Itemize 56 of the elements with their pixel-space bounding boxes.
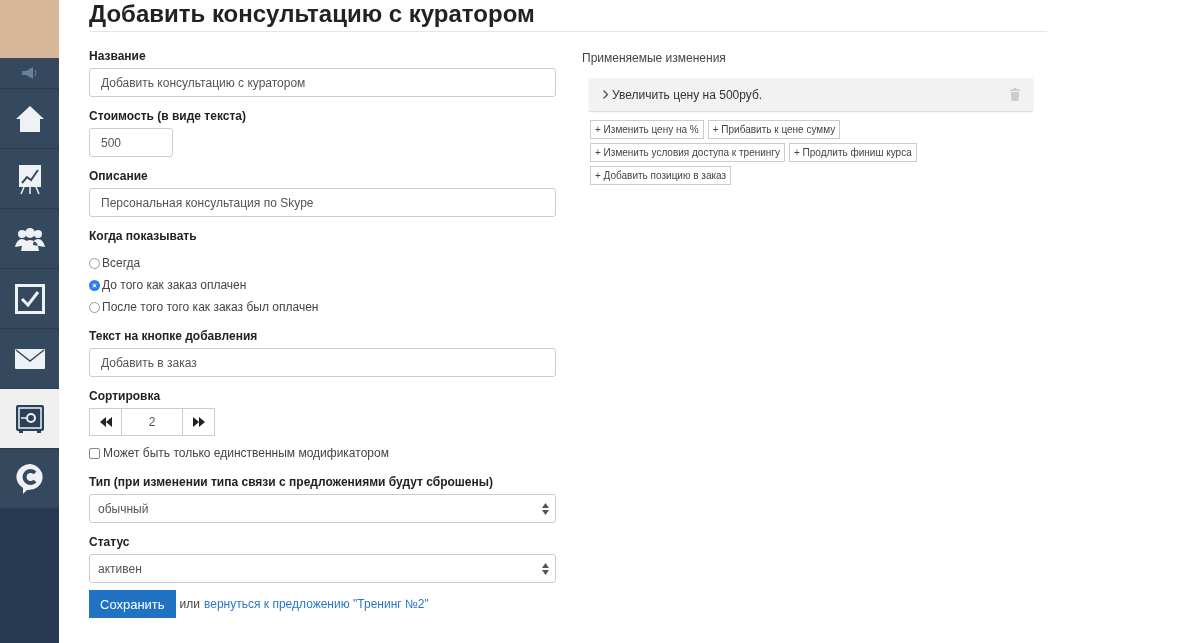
add-change-button[interactable]: + Продлить финиш курса (789, 143, 917, 162)
radio-button[interactable] (89, 258, 100, 269)
field-label: Название (89, 48, 146, 64)
field-label: Текст на кнопке добавления (89, 328, 258, 344)
checkbox[interactable] (89, 447, 100, 459)
radio-button[interactable] (89, 302, 100, 313)
text-input-field[interactable]: Добавить в заказ (89, 348, 556, 377)
field-label: Сортировка (89, 388, 161, 404)
field-label: Стоимость (в виде текста) (89, 108, 246, 124)
radio-button[interactable] (89, 280, 100, 291)
field-label: Когда показывать (89, 228, 197, 244)
increase-button[interactable] (182, 408, 215, 436)
sidebar-item[interactable] (0, 209, 59, 269)
sidebar-item[interactable] (0, 389, 59, 449)
field-label: Описание (89, 168, 148, 184)
select-dropdown[interactable]: активен (89, 554, 556, 583)
checkbox-icon (14, 283, 45, 314)
radio-label[interactable]: Всегда (102, 254, 141, 273)
change-label: Увеличить цену на 500руб. (612, 87, 763, 102)
add-change-button[interactable]: + Изменить условия доступа к тренингу (590, 143, 785, 162)
sidebar-item[interactable] (0, 269, 59, 329)
chevron-icon (603, 90, 608, 99)
radio-label[interactable]: До того как заказ оплачен (102, 276, 247, 295)
change-item[interactable]: Увеличить цену на 500руб. (589, 78, 1033, 111)
sidebar-item[interactable] (0, 329, 59, 389)
field-label: Статус (89, 534, 130, 550)
sidebar-item[interactable] (0, 89, 59, 149)
home-icon (14, 103, 45, 134)
select-arrows-icon (542, 502, 549, 515)
mail-icon (14, 348, 45, 369)
field-label: Тип (при изменении типа связи с предложениями будут сброшены) (89, 474, 493, 490)
section-title: Применяемые изменения (582, 50, 726, 66)
chat-logo-icon (14, 462, 45, 495)
safe-icon (14, 403, 45, 434)
add-change-button[interactable]: + Прибавить к цене сумму (707, 120, 841, 139)
fast-forward-icon (192, 417, 205, 427)
back-link[interactable]: вернуться к предложению "Тренинг №2" (204, 597, 429, 611)
people-icon (14, 226, 45, 251)
add-change-button[interactable]: + Добавить позицию в заказ (590, 166, 732, 185)
save-button[interactable]: Сохранить (89, 590, 176, 618)
avatar-photo-placeholder (0, 0, 59, 58)
select-dropdown[interactable]: обычный (89, 494, 556, 523)
or-text: или (179, 597, 201, 611)
add-change-button[interactable]: + Изменить цену на % (590, 120, 704, 139)
text-input-field[interactable]: Добавить консультацию с куратором (89, 68, 556, 97)
sidebar-item[interactable] (0, 449, 59, 509)
chart-board-icon (16, 162, 43, 195)
text-input-field[interactable]: 500 (89, 128, 173, 157)
text-input-field[interactable]: Персональная консультация по Skype (89, 188, 556, 217)
decrease-button[interactable] (89, 408, 122, 436)
page-title: Добавить консультацию с куратором (89, 0, 535, 27)
checkbox-label[interactable]: Может быть только единственным модификатором (103, 446, 389, 460)
select-arrows-icon (542, 562, 549, 575)
rewind-icon (99, 417, 112, 427)
radio-label[interactable]: После того того как заказ был оплачен (102, 298, 319, 317)
sidebar-item[interactable] (0, 149, 59, 209)
